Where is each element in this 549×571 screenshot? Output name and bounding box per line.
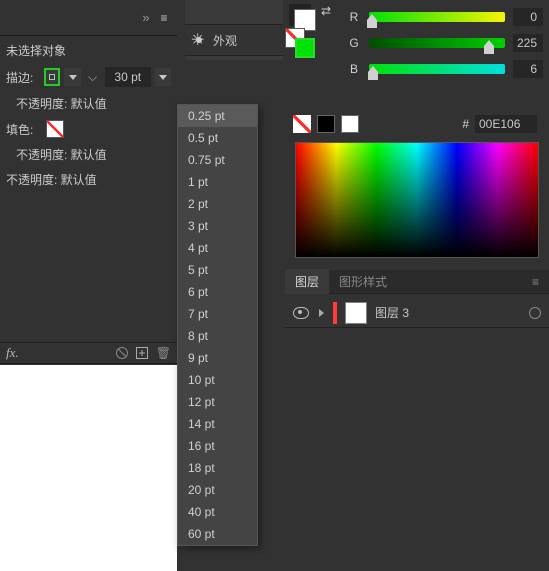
b-value[interactable]: 6 [513, 60, 543, 78]
layer-name[interactable]: 图层 3 [375, 304, 409, 321]
dock-panel-tab [185, 0, 283, 24]
color-spectrum[interactable] [295, 142, 539, 258]
g-row: G 225 [347, 30, 543, 56]
stroke-weight-menu: 0.25 pt 0.5 pt 0.75 pt 1 pt 2 pt 3 pt 4 … [177, 104, 258, 546]
stroke-weight-option[interactable]: 1 pt [178, 171, 257, 193]
fgbg-swatches[interactable] [289, 4, 311, 26]
properties-panel: ≡ 未选择对象 描边: ⌵ 30 pt 不透明度: 默认值 填色: 不透明度: … [0, 0, 177, 571]
fill-opacity-label[interactable]: 不透明度: 默认值 [0, 142, 177, 167]
stroke-weight-option[interactable]: 3 pt [178, 215, 257, 237]
appearance-panel-button[interactable]: 外观 [185, 24, 283, 56]
tab-graphic-styles[interactable]: 图形样式 [329, 269, 397, 294]
fill-swatch-none[interactable] [46, 120, 64, 138]
stroke-weight-option[interactable]: 7 pt [178, 303, 257, 325]
panel-menu-icon[interactable]: ≡ [157, 11, 171, 25]
appearance-icon [191, 32, 207, 48]
no-selection-label: 未选择对象 [0, 36, 177, 63]
g-slider[interactable] [369, 38, 505, 48]
stroke-green-swatch[interactable] [295, 38, 315, 58]
add-appearance-icon[interactable] [136, 347, 148, 359]
layer-color-chip [333, 302, 337, 324]
stroke-weight-option[interactable]: 0.5 pt [178, 127, 257, 149]
dock-panel: 外观 [185, 0, 283, 60]
stroke-swatch-dropdown[interactable] [64, 68, 80, 86]
fx-row: fx. 🗑 [0, 342, 177, 364]
stroke-weight-option[interactable]: 9 pt [178, 347, 257, 369]
appearance-label: 外观 [213, 32, 237, 49]
b-channel-label: B [347, 62, 361, 76]
panel-top-bar: ≡ [0, 0, 177, 36]
fill-row: 填色: [0, 116, 177, 142]
clear-appearance-icon[interactable] [116, 347, 128, 359]
stroke-weight-option[interactable]: 4 pt [178, 237, 257, 259]
layer-expand-icon[interactable] [317, 309, 325, 317]
stroke-weight-option[interactable]: 12 pt [178, 391, 257, 413]
canvas-area[interactable] [0, 365, 177, 571]
hash-label: # [462, 117, 469, 131]
swap-colors-icon[interactable]: ⇄ [321, 4, 331, 18]
layers-panel-menu-icon[interactable]: ≡ [524, 271, 549, 293]
stroke-weight-option[interactable]: 14 pt [178, 413, 257, 435]
stroke-weight-option[interactable]: 0.25 pt [178, 105, 257, 127]
g-value[interactable]: 225 [513, 34, 543, 52]
stroke-weight-option[interactable]: 5 pt [178, 259, 257, 281]
stroke-weight-option[interactable]: 10 pt [178, 369, 257, 391]
hex-field[interactable]: 00E106 [475, 115, 537, 133]
layer-row[interactable]: 图层 3 [285, 298, 549, 328]
r-value[interactable]: 0 [513, 8, 543, 26]
stroke-weight-field[interactable]: 30 pt [105, 67, 151, 87]
stroke-fill-swatches [285, 28, 305, 48]
tab-layers[interactable]: 图层 [285, 269, 329, 294]
stroke-weight-option[interactable]: 16 pt [178, 435, 257, 457]
layer-thumbnail[interactable] [345, 302, 367, 324]
r-row: R 0 [347, 4, 543, 30]
stroke-swatch-inner-icon [49, 74, 55, 80]
right-panel: ⇄ R 0 G 225 B 6 # [285, 0, 549, 571]
collapse-panel-icon[interactable] [139, 11, 153, 25]
fx-label[interactable]: fx. [6, 345, 19, 361]
stroke-opacity-label[interactable]: 不透明度: 默认值 [0, 91, 177, 116]
fx-actions: 🗑 [116, 346, 171, 360]
stroke-weight-option[interactable]: 2 pt [178, 193, 257, 215]
layer-target-icon[interactable] [529, 307, 541, 319]
hex-white-swatch[interactable] [341, 115, 359, 133]
stroke-weight-option[interactable]: 6 pt [178, 281, 257, 303]
stroke-weight-option[interactable]: 8 pt [178, 325, 257, 347]
stroke-row: 描边: ⌵ 30 pt [0, 63, 177, 91]
fill-label: 填色: [6, 121, 40, 138]
b-slider[interactable] [369, 64, 505, 74]
stroke-weight-option[interactable]: 18 pt [178, 457, 257, 479]
stroke-weight-option[interactable]: 0.75 pt [178, 149, 257, 171]
hex-none-swatch[interactable] [293, 115, 311, 133]
b-row: B 6 [347, 56, 543, 82]
r-channel-label: R [347, 10, 361, 24]
r-slider[interactable] [369, 12, 505, 22]
visibility-toggle-icon[interactable] [293, 305, 309, 321]
stroke-label: 描边: [6, 69, 40, 86]
stroke-weight-option[interactable]: 20 pt [178, 479, 257, 501]
stroke-weight-dropdown[interactable] [155, 68, 171, 86]
stroke-weight-option[interactable]: 40 pt [178, 501, 257, 523]
rgb-sliders: R 0 G 225 B 6 [347, 4, 543, 82]
stroke-weight-link-icon[interactable]: ⌵ [85, 68, 101, 86]
g-channel-label: G [347, 36, 361, 50]
stroke-swatch[interactable] [44, 68, 60, 86]
hex-black-swatch[interactable] [317, 115, 335, 133]
color-panel: ⇄ R 0 G 225 B 6 [285, 0, 545, 104]
object-opacity-label[interactable]: 不透明度: 默认值 [0, 167, 177, 192]
trash-icon[interactable]: 🗑 [156, 346, 171, 360]
hex-row: # 00E106 [285, 112, 545, 136]
stroke-weight-option[interactable]: 60 pt [178, 523, 257, 545]
layers-panel-tabs: 图层 图形样式 ≡ [285, 270, 549, 294]
